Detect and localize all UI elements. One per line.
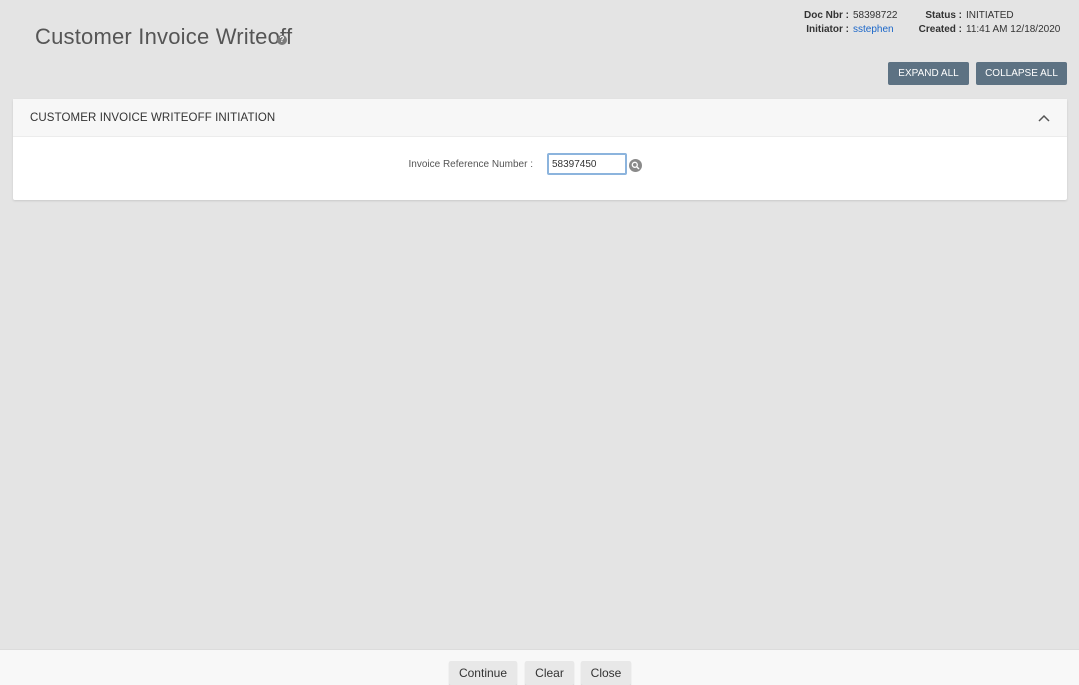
search-icon[interactable] bbox=[629, 159, 642, 172]
status-label: Status : bbox=[925, 10, 962, 21]
created-label: Created : bbox=[918, 24, 962, 35]
invoice-ref-label: Invoice Reference Number : bbox=[408, 159, 533, 170]
page-title: Customer Invoice Writeoff bbox=[35, 24, 293, 49]
initiator-label: Initiator : bbox=[806, 24, 849, 35]
expand-all-button[interactable]: EXPAND ALL bbox=[888, 62, 969, 85]
magnifier-glyph bbox=[631, 161, 640, 170]
invoice-ref-input[interactable] bbox=[547, 153, 627, 175]
panel-title: CUSTOMER INVOICE WRITEOFF INITIATION bbox=[30, 111, 276, 124]
invoice-writeoff-initiation-panel: CUSTOMER INVOICE WRITEOFF INITIATION Inv… bbox=[13, 99, 1067, 200]
help-icon[interactable]: ? bbox=[277, 35, 287, 45]
status-value: INITIATED bbox=[966, 10, 1014, 21]
collapse-all-button[interactable]: COLLAPSE ALL bbox=[976, 62, 1067, 85]
panel-header[interactable]: CUSTOMER INVOICE WRITEOFF INITIATION bbox=[13, 99, 1067, 137]
created-row: Created : 11:41 AM 12/18/2020 bbox=[880, 23, 1061, 37]
document-meta-right: Status : INITIATED Created : 11:41 AM 12… bbox=[880, 9, 1061, 37]
clear-button[interactable]: Clear bbox=[525, 661, 574, 685]
continue-button[interactable]: Continue bbox=[449, 661, 517, 685]
invoice-ref-field-row: Invoice Reference Number : bbox=[13, 137, 1067, 200]
chevron-up-icon[interactable] bbox=[1038, 114, 1050, 122]
page: Customer Invoice Writeoff ? Doc Nbr : 58… bbox=[0, 0, 1079, 685]
created-value: 11:41 AM 12/18/2020 bbox=[966, 24, 1061, 35]
doc-nbr-label: Doc Nbr : bbox=[804, 10, 849, 21]
footer-action-bar: Continue Clear Close bbox=[0, 649, 1079, 685]
close-button[interactable]: Close bbox=[581, 661, 631, 685]
status-row: Status : INITIATED bbox=[880, 9, 1060, 23]
